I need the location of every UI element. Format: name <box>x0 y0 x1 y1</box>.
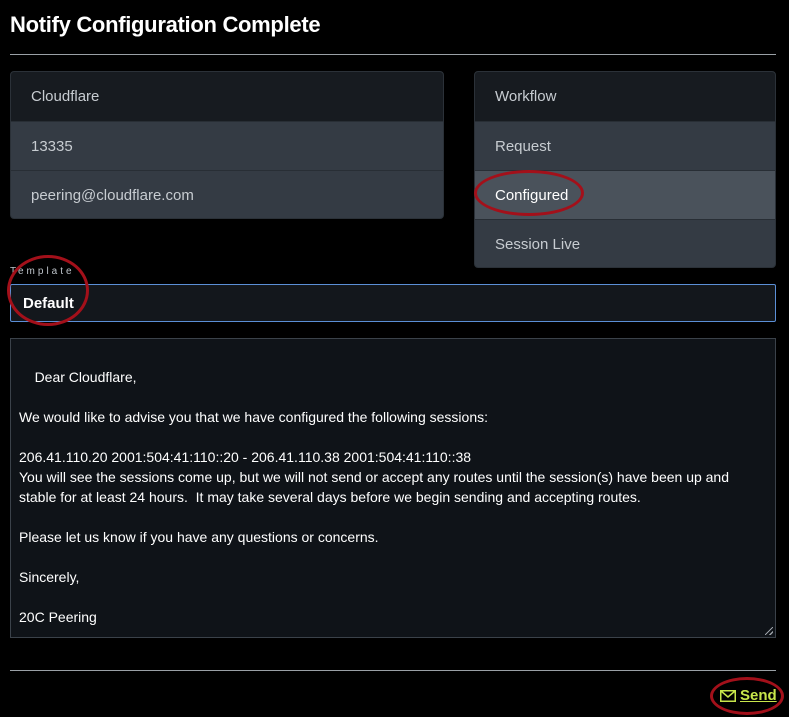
message-body: Dear Cloudflare, We would like to advise… <box>19 369 730 625</box>
template-select[interactable]: Default <box>10 284 776 322</box>
resize-handle[interactable] <box>765 627 773 635</box>
bottom-divider <box>10 670 776 671</box>
network-email: peering@cloudflare.com <box>31 187 194 204</box>
envelope-icon <box>720 689 736 702</box>
template-label: Template <box>10 266 75 277</box>
top-divider <box>10 54 776 55</box>
network-name: Cloudflare <box>11 72 443 122</box>
workflow-step-session-live[interactable]: Session Live <box>475 220 775 267</box>
notify-page: Notify Configuration Complete Cloudflare… <box>0 0 789 717</box>
workflow-step-request[interactable]: Request <box>475 122 775 171</box>
page-title: Notify Configuration Complete <box>10 12 321 37</box>
send-label: Send <box>740 687 777 704</box>
send-button[interactable]: Send <box>720 687 777 704</box>
workflow-panel: Workflow Request Configured Session Live <box>474 71 776 268</box>
workflow-step-configured[interactable]: Configured <box>475 171 775 220</box>
workflow-header: Workflow <box>475 72 775 122</box>
network-info-panel: Cloudflare 13335 peering@cloudflare.com <box>10 71 444 219</box>
message-textarea[interactable]: Dear Cloudflare, We would like to advise… <box>10 338 776 638</box>
network-asn: 13335 <box>11 122 443 171</box>
